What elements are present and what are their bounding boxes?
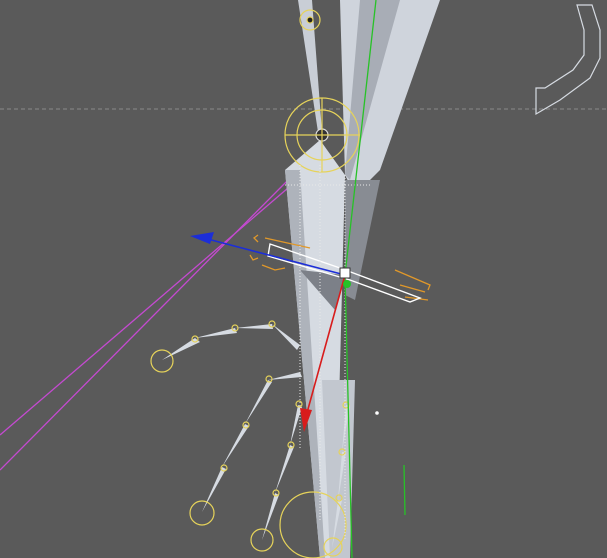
viewport-3d[interactable] — [0, 0, 607, 558]
green-tick-mark — [403, 464, 406, 516]
shoulder-joint-selector[interactable] — [284, 97, 360, 173]
guide-line-2 — [0, 181, 296, 436]
pivot-handle-icon — [339, 267, 351, 279]
stray-vertex — [375, 411, 379, 415]
finger-chain-3[interactable] — [250, 400, 303, 552]
finger-chain-1[interactable] — [150, 320, 300, 373]
guide-line-1 — [0, 167, 301, 471]
background-outline-object[interactable] — [535, 4, 601, 116]
scene-canvas[interactable] — [0, 0, 607, 558]
finger-chain-2[interactable] — [189, 372, 302, 526]
